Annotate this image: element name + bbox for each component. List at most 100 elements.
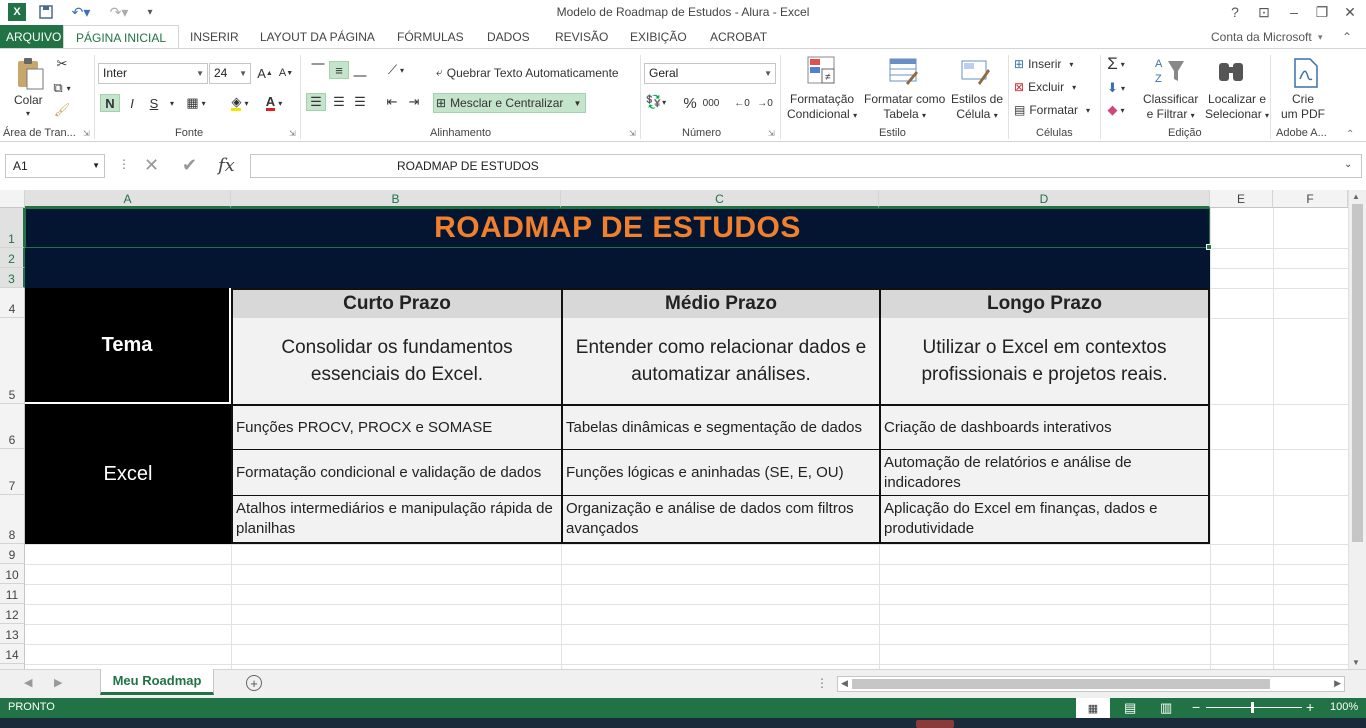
merge-center-button[interactable]: ⊞ Mesclar e Centralizar ▼ — [433, 93, 587, 113]
zoom-out-icon[interactable]: − — [1192, 699, 1200, 715]
align-right-icon[interactable]: ☰ — [350, 93, 370, 111]
zoom-slider-thumb[interactable] — [1251, 702, 1254, 713]
scroll-up-icon[interactable]: ▲ — [1352, 192, 1360, 201]
sheet-tab-meu-roadmap[interactable]: Meu Roadmap — [100, 669, 214, 695]
row-header-2[interactable]: 2 — [0, 248, 25, 268]
row-header-9[interactable]: 9 — [0, 544, 25, 564]
clear-icon[interactable]: ◆ ▾ — [1106, 101, 1126, 119]
prev-sheet-icon[interactable]: ◀ — [24, 676, 32, 689]
vertical-scroll-thumb[interactable] — [1352, 204, 1363, 542]
paste-button[interactable]: Colar — [14, 93, 43, 107]
tab-exibicao[interactable]: EXIBIÇÃO — [630, 25, 687, 49]
zoom-in-icon[interactable]: + — [1306, 699, 1314, 715]
ribbon-display-icon[interactable]: ⊡ — [1254, 3, 1274, 21]
align-left-icon[interactable]: ☰ — [306, 93, 326, 111]
restore-icon[interactable]: ❐ — [1310, 3, 1334, 21]
item-longo-3[interactable]: Aplicação do Excel em finanças, dados e … — [879, 495, 1210, 544]
desc-longo-prazo[interactable]: Utilizar o Excel em contextos profission… — [879, 318, 1210, 404]
bold-button[interactable]: N — [100, 94, 120, 112]
conditional-format-icon[interactable]: ≠ — [806, 55, 838, 87]
find-select-button[interactable]: Localizar e Selecionar ▾ — [1205, 92, 1269, 123]
select-all-corner[interactable] — [0, 190, 25, 208]
item-curto-1[interactable]: Funções PROCV, PROCX e SOMASE — [231, 404, 561, 449]
column-header-a[interactable]: A — [25, 190, 231, 208]
create-pdf-icon[interactable] — [1290, 57, 1322, 89]
account-dropdown-icon[interactable]: ▾ — [1318, 25, 1323, 49]
minimize-icon[interactable]: – — [1282, 3, 1306, 21]
row-header-8[interactable]: 8 — [0, 495, 25, 544]
column-header-f[interactable]: F — [1273, 190, 1348, 208]
underline-button[interactable]: S — [144, 94, 164, 112]
header-medio-prazo[interactable]: Médio Prazo — [561, 288, 879, 318]
align-bottom-icon[interactable]: ⎽ — [350, 61, 370, 79]
tab-arquivo[interactable]: ARQUIVO — [0, 25, 68, 49]
item-curto-3[interactable]: Atalhos intermediários e manipulação ráp… — [231, 495, 561, 544]
create-pdf-button[interactable]: Crie um PDF — [1281, 92, 1325, 122]
sort-filter-icon[interactable]: AZ — [1154, 55, 1186, 87]
currency-icon[interactable]: 💱 ▾ — [646, 93, 666, 111]
paste-icon[interactable] — [14, 57, 46, 90]
item-longo-2[interactable]: Automação de relatórios e análise de ind… — [879, 449, 1210, 495]
row-header-4[interactable]: 4 — [0, 288, 25, 318]
tema-label-cell[interactable]: Tema — [25, 288, 231, 404]
name-box[interactable]: A1 ▼ — [5, 154, 105, 178]
account-name[interactable]: Conta da Microsoft — [1211, 25, 1312, 49]
title-band-row-2-3[interactable] — [25, 248, 1210, 288]
scroll-right-icon[interactable]: ▶ — [1334, 678, 1341, 689]
scroll-left-icon[interactable]: ◀ — [841, 678, 848, 689]
tab-pagina-inicial[interactable]: PÁGINA INICIAL — [63, 25, 180, 49]
tab-revisao[interactable]: REVISÃO — [555, 25, 608, 49]
column-header-c[interactable]: C — [561, 190, 879, 208]
delete-cells-button[interactable]: ⊠ Excluir ▾ — [1014, 80, 1076, 94]
tab-dados[interactable]: DADOS — [487, 25, 530, 49]
align-center-icon[interactable]: ☰ — [329, 93, 349, 111]
increase-decimal-icon[interactable]: ←0 — [732, 94, 752, 112]
decrease-decimal-icon[interactable]: →0 — [755, 94, 775, 112]
autosum-icon[interactable]: Σ ▾ — [1106, 54, 1126, 73]
zoom-level[interactable]: 100% — [1330, 701, 1358, 713]
tab-acrobat[interactable]: ACROBAT — [710, 25, 767, 49]
roadmap-title-cell[interactable]: ROADMAP DE ESTUDOS — [25, 208, 1210, 248]
format-as-table-icon[interactable] — [888, 55, 920, 87]
zoom-slider[interactable] — [1206, 707, 1302, 708]
format-as-table-button[interactable]: Formatar como Tabela ▾ — [864, 92, 945, 123]
tab-inserir[interactable]: INSERIR — [190, 25, 239, 49]
number-launcher-icon[interactable]: ⇲ — [768, 129, 775, 138]
column-header-e[interactable]: E — [1210, 190, 1273, 208]
increase-indent-icon[interactable]: ⇥ — [404, 93, 424, 111]
cancel-entry-icon[interactable]: ✕ — [144, 155, 159, 176]
header-curto-prazo[interactable]: Curto Prazo — [231, 288, 561, 318]
cell-styles-icon[interactable] — [960, 55, 992, 87]
next-sheet-icon[interactable]: ▶ — [54, 676, 62, 689]
font-color-icon[interactable]: A ▾ — [264, 94, 284, 112]
font-name-select[interactable]: Inter ▼ — [98, 63, 208, 84]
horizontal-scrollbar[interactable]: ◀ ▶ — [837, 676, 1345, 692]
item-medio-3[interactable]: Organização e análise de dados com filtr… — [561, 495, 879, 544]
insert-cells-button[interactable]: ⊞ Inserir ▾ — [1014, 57, 1073, 71]
formula-input[interactable]: ROADMAP DE ESTUDOS — [250, 154, 1362, 178]
fill-color-icon[interactable]: ◈ ▾ — [230, 94, 250, 112]
row-header-5[interactable]: 5 — [0, 318, 25, 404]
scroll-down-icon[interactable]: ▼ — [1352, 658, 1360, 667]
shrink-font-icon[interactable]: A ▼ — [276, 64, 296, 82]
horizontal-scroll-thumb[interactable] — [852, 679, 1270, 689]
row-header-6[interactable]: 6 — [0, 404, 25, 449]
cell-styles-button[interactable]: Estilos de Célula ▾ — [951, 92, 1003, 123]
font-launcher-icon[interactable]: ⇲ — [289, 129, 296, 138]
copy-icon[interactable]: ⧉ ▾ — [52, 79, 72, 97]
item-curto-2[interactable]: Formatação condicional e validação de da… — [231, 449, 561, 495]
insert-function-button[interactable]: fx — [218, 155, 235, 176]
paste-dropdown-icon[interactable]: ▾ — [26, 109, 30, 118]
vertical-scrollbar[interactable]: ▲ ▼ — [1348, 190, 1366, 669]
view-page-break-icon[interactable]: ▥ — [1160, 700, 1172, 716]
row-header-3[interactable]: 3 — [0, 268, 25, 288]
collapse-ribbon-icon[interactable]: ⌃ — [1342, 25, 1352, 49]
row-header-11[interactable]: 11 — [0, 584, 25, 604]
theme-excel-cell[interactable]: Excel — [25, 404, 231, 544]
borders-icon[interactable]: ▦ ▾ — [186, 94, 206, 112]
item-longo-1[interactable]: Criação de dashboards interativos — [879, 404, 1210, 449]
taskbar-app-icon[interactable] — [916, 720, 954, 728]
tab-layout[interactable]: LAYOUT DA PÁGINA — [260, 25, 375, 49]
percent-button[interactable]: % — [680, 94, 700, 112]
close-icon[interactable]: ✕ — [1338, 3, 1362, 21]
